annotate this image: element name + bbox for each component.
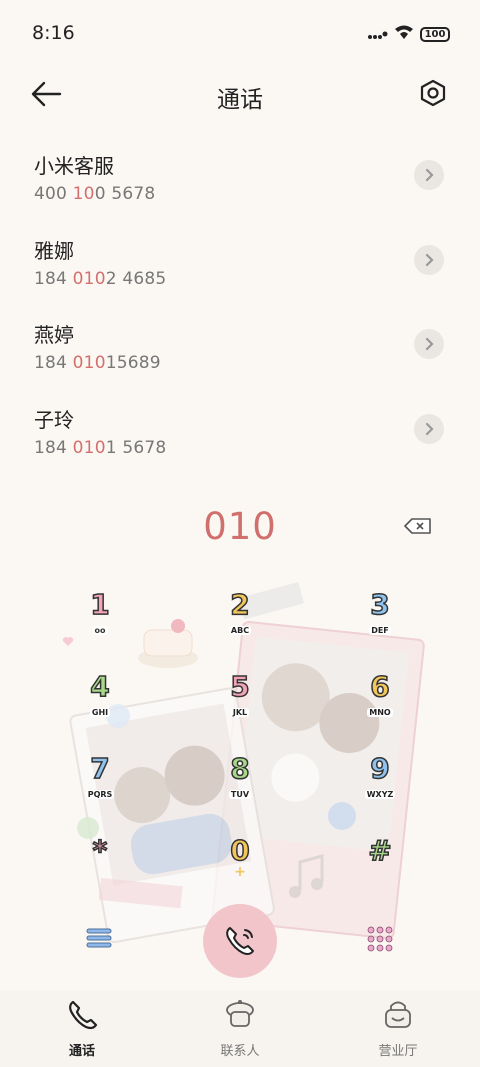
contact-row[interactable]: 子玲 184 0101 5678: [0, 404, 480, 488]
key-digit: *: [92, 833, 108, 868]
key-2[interactable]: 2 ABC: [210, 587, 270, 654]
tab-label: 通话: [68, 1044, 95, 1059]
contact-number: 184 0101 5678: [34, 438, 167, 458]
phone-call-icon: [226, 927, 254, 956]
contact-number: 400 100 5678: [34, 184, 156, 204]
key-digit: 7: [90, 751, 111, 786]
contact-name: 燕婷: [34, 323, 74, 347]
chevron-right-icon: [425, 168, 434, 182]
key-letters: DEF: [369, 626, 391, 635]
signal-icon: [368, 25, 388, 44]
key-hash[interactable]: #: [350, 833, 410, 900]
key-digit: 0: [230, 833, 251, 868]
voicemail-icon: oo: [92, 626, 108, 635]
key-digit: 2: [230, 587, 251, 622]
page-title: 通话: [217, 87, 263, 113]
contact-number: 184 0102 4685: [34, 269, 167, 289]
key-letters: TUV: [228, 790, 252, 799]
key-letters: +: [234, 864, 246, 880]
key-letters: MNO: [367, 708, 393, 717]
header: 通话: [0, 70, 480, 120]
key-letters: JKL: [230, 708, 250, 717]
backspace-button[interactable]: [404, 518, 432, 536]
status-icons: 100: [368, 24, 450, 44]
key-0[interactable]: 0 +: [210, 833, 270, 900]
chevron-right-icon: [425, 422, 434, 436]
key-digit: 3: [370, 587, 391, 622]
key-3[interactable]: 3 DEF: [350, 587, 410, 654]
phone-icon: [69, 1000, 98, 1030]
key-4[interactable]: 4 GHI: [70, 669, 130, 736]
chevron-right-icon: [425, 337, 434, 351]
contact-name: 小米客服: [34, 154, 114, 178]
key-letters: ABC: [228, 626, 252, 635]
key-letters: GHI: [89, 708, 111, 717]
status-time: 8:16: [32, 22, 75, 44]
status-bar: 8:16 100: [0, 0, 480, 66]
key-7[interactable]: 7 PQRS: [70, 751, 130, 818]
key-digit: #: [368, 833, 393, 868]
settings-button[interactable]: [418, 78, 450, 110]
key-letters: WXYZ: [364, 790, 396, 799]
key-digit: 1: [90, 587, 111, 622]
contact-number: 184 01015689: [34, 353, 161, 373]
key-digit: 5: [230, 669, 251, 704]
key-digit: 8: [230, 751, 251, 786]
backspace-icon: [404, 518, 431, 534]
contact-detail-button[interactable]: [414, 245, 444, 275]
contacts-icon: [226, 1000, 254, 1027]
settings-hexagon-icon: [420, 79, 446, 107]
tab-contacts[interactable]: 联系人: [180, 998, 300, 1059]
contact-row[interactable]: 小米客服 400 100 5678: [0, 150, 480, 234]
contact-name: 雅娜: [34, 239, 74, 263]
battery-indicator: 100: [420, 26, 450, 42]
tab-label: 营业厅: [378, 1044, 418, 1059]
contact-detail-button[interactable]: [414, 160, 444, 190]
menu-button[interactable]: [84, 924, 114, 954]
key-8[interactable]: 8 TUV: [210, 751, 270, 818]
key-digit: 9: [370, 751, 391, 786]
keypad-toggle-button[interactable]: [365, 924, 395, 954]
bottom-tab-bar: 通话 联系人 营业厅: [0, 990, 480, 1067]
key-9[interactable]: 9 WXYZ: [350, 751, 410, 818]
contact-detail-button[interactable]: [414, 414, 444, 444]
contact-detail-button[interactable]: [414, 329, 444, 359]
key-5[interactable]: 5 JKL: [210, 669, 270, 736]
store-icon: [385, 1001, 411, 1028]
menu-lines-icon: [86, 928, 112, 948]
contact-name: 子玲: [34, 408, 74, 432]
tab-label: 联系人: [220, 1044, 260, 1059]
key-6[interactable]: 6 MNO: [350, 669, 410, 736]
dialpad-icon: [367, 926, 393, 952]
contact-row[interactable]: 雅娜 184 0102 4685: [0, 235, 480, 319]
key-digit: 6: [370, 669, 391, 704]
key-digit: 4: [90, 669, 111, 704]
call-button[interactable]: [203, 904, 277, 978]
key-star[interactable]: *: [70, 833, 130, 900]
tab-store[interactable]: 营业厅: [338, 998, 458, 1059]
tab-calls[interactable]: 通话: [22, 998, 142, 1059]
chevron-right-icon: [425, 253, 434, 267]
contact-row[interactable]: 燕婷 184 01015689: [0, 319, 480, 403]
key-letters: PQRS: [85, 790, 115, 799]
wifi-icon: [394, 24, 414, 44]
key-1[interactable]: 1 oo: [70, 587, 130, 654]
